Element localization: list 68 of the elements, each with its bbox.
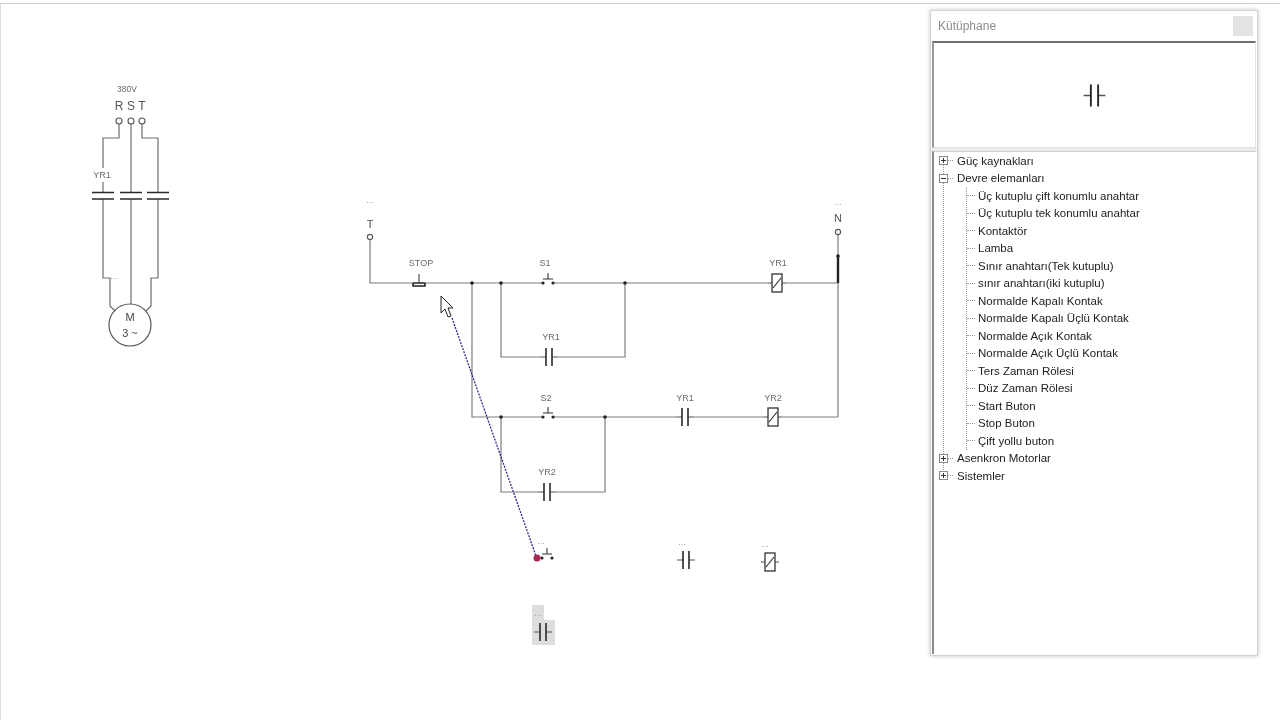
motor-symbol <box>108 303 152 347</box>
component-label: YR1 <box>93 170 111 180</box>
contact-symbol-icon <box>1083 83 1106 107</box>
wire <box>102 181 104 193</box>
junction-dot-icon <box>499 281 503 285</box>
component-label: YR1 <box>542 332 560 342</box>
contact-symbol <box>91 191 115 200</box>
component-label: STOP <box>408 258 434 268</box>
component-label: ... <box>761 539 769 549</box>
tree-item[interactable]: Devre elemanları <box>956 171 1046 186</box>
wire <box>102 123 120 169</box>
tree-item[interactable]: Üç kutuplu çift konumlu anahtar <box>977 188 1141 203</box>
tree-item[interactable]: Ters Zaman Rölesi <box>977 363 1075 378</box>
junction-dot-icon <box>603 415 607 419</box>
tree-item[interactable]: Kontaktör <box>977 223 1029 238</box>
terminal-name: T <box>366 218 374 230</box>
wire <box>141 123 159 193</box>
tree-item[interactable]: Güç kaynakları <box>956 153 1035 168</box>
tree-item[interactable]: sınır anahtarı(iki kutuplu) <box>977 276 1106 291</box>
voltage-label: 380V <box>117 84 137 94</box>
motor-label: M <box>125 311 135 323</box>
component-label: ... <box>678 537 686 547</box>
component-label: S2 <box>540 393 552 403</box>
junction-dot-icon <box>499 415 503 419</box>
component-label: YR1 <box>676 393 694 403</box>
component-label: YR2 <box>538 467 556 477</box>
terminal-name: N <box>834 212 842 224</box>
tree-item[interactable]: Düz Zaman Rölesi <box>977 381 1074 396</box>
plus-box-icon[interactable] <box>939 471 948 481</box>
tree-item[interactable]: Sistemler <box>956 468 1006 483</box>
terminal-icon <box>366 233 374 241</box>
wire <box>130 123 132 193</box>
tree-item[interactable]: Lamba <box>977 241 1015 256</box>
contact-symbol <box>146 191 170 200</box>
plus-box-icon[interactable] <box>939 156 948 166</box>
phase-label: T <box>138 99 146 113</box>
phase-label: S <box>127 99 135 113</box>
wire <box>693 416 765 418</box>
tree-item[interactable]: Normalde Kapalı Kontak <box>977 293 1104 308</box>
connection-point-icon <box>533 554 541 562</box>
tree-item[interactable]: Üç kutuplu tek konumlu anahtar <box>977 206 1141 221</box>
plus-box-icon[interactable] <box>939 453 948 463</box>
panel-title: Kütüphane <box>938 19 997 33</box>
minus-box-icon[interactable] <box>939 173 948 183</box>
component-label: ... <box>532 605 544 620</box>
component-label: S1 <box>539 258 551 268</box>
tree-item[interactable]: Stop Buton <box>977 416 1036 431</box>
tree-item[interactable]: Normalde Açık Kontak <box>977 328 1093 343</box>
tree-item[interactable]: Normalde Kapalı Üçlü Kontak <box>977 311 1130 326</box>
tree-item[interactable]: Normalde Açık Üçlü Kontak <box>977 346 1119 361</box>
component-label: ... <box>537 536 545 546</box>
tree-item[interactable]: Start Buton <box>977 398 1037 413</box>
tree-item[interactable]: Çift yollu buton <box>977 433 1056 448</box>
junction-dot-icon <box>470 281 474 285</box>
contact-symbol <box>119 191 143 200</box>
mouse-cursor-icon <box>440 295 454 318</box>
motor-phase-label: 3 ~ <box>122 327 138 339</box>
tree-item[interactable]: Asenkron Motorlar <box>956 451 1052 466</box>
terminal-label: ... <box>834 197 842 207</box>
component-label: YR1 <box>769 258 787 268</box>
component-label: ... <box>110 271 118 281</box>
terminal-icon <box>834 228 842 236</box>
component-label: YR2 <box>764 393 782 403</box>
junction-dot-icon <box>623 281 627 285</box>
phase-label: R <box>114 99 124 113</box>
junction-dot-icon <box>836 254 840 258</box>
terminal-label: ... <box>366 195 374 205</box>
tree-item[interactable]: Sınır anahtarı(Tek kutuplu) <box>977 258 1115 273</box>
